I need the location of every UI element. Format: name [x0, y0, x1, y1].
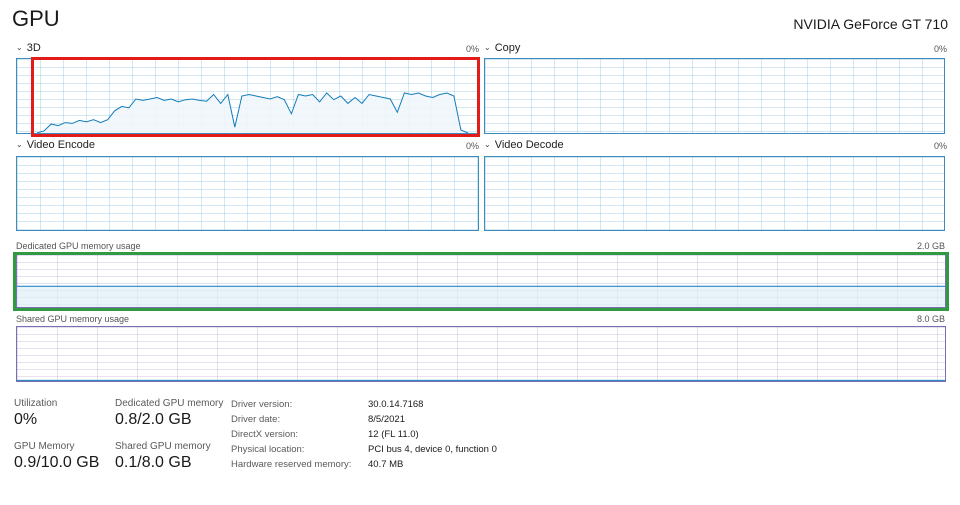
property-value: 8/5/2021 — [368, 414, 405, 425]
stat-gpu-memory-value: 0.9/10.0 GB — [14, 454, 100, 471]
engine-copy-graph — [484, 58, 945, 134]
stat-utilization-label: Utilization — [14, 398, 58, 409]
property-row: Physical location: PCI bus 4, device 0, f… — [231, 442, 497, 457]
engine-video-encode-header[interactable]: ⌄ Video Encode — [16, 139, 95, 151]
engine-video-decode-graph — [484, 156, 945, 231]
stat-gpu-memory: GPU Memory 0.9/10.0 GB — [14, 441, 99, 472]
engine-video-encode-graph — [16, 156, 479, 231]
property-row: DirectX version: 12 (FL 11.0) — [231, 427, 497, 442]
chevron-down-icon[interactable]: ⌄ — [16, 140, 23, 149]
stat-utilization-value: 0% — [14, 411, 38, 428]
engine-copy-label: Copy — [494, 42, 521, 54]
engine-video-encode-label: Video Encode — [26, 139, 96, 151]
engine-3d-graph — [16, 58, 479, 134]
engine-copy-percent: 0% — [934, 44, 948, 54]
stat-shared-memory-label: Shared GPU memory — [115, 441, 211, 452]
stat-dedicated-memory-value: 0.8/2.0 GB — [115, 411, 192, 428]
dedicated-memory-max: 2.0 GB — [916, 241, 945, 251]
gpu-device-name: NVIDIA GeForce GT 710 — [793, 16, 948, 32]
property-row: Driver date: 8/5/2021 — [231, 412, 497, 427]
shared-memory-label: Shared GPU memory usage — [16, 314, 130, 324]
engine-video-encode-percent: 0% — [466, 141, 480, 151]
engine-copy-header[interactable]: ⌄ Copy — [484, 42, 520, 54]
dedicated-memory-label: Dedicated GPU memory usage — [16, 241, 141, 251]
chevron-down-icon[interactable]: ⌄ — [16, 43, 23, 52]
property-value: 40.7 MB — [368, 459, 404, 470]
gpu-title: GPU — [12, 6, 60, 31]
property-key: Physical location: — [231, 444, 305, 455]
engine-3d-utilization-plot — [36, 92, 469, 133]
engine-3d-label: 3D — [26, 42, 41, 54]
stat-shared-memory-value: 0.1/8.0 GB — [115, 454, 192, 471]
stat-shared-memory: Shared GPU memory 0.1/8.0 GB — [115, 441, 211, 472]
memory-fill — [17, 286, 945, 307]
chevron-down-icon[interactable]: ⌄ — [484, 43, 491, 52]
stat-utilization: Utilization 0% — [14, 398, 57, 429]
engine-3d-header[interactable]: ⌄ 3D — [16, 42, 41, 54]
gpu-properties: Driver version: 30.0.14.7168 Driver date:… — [231, 397, 497, 472]
property-value: 30.0.14.7168 — [368, 399, 424, 410]
property-row: Hardware reserved memory: 40.7 MB — [231, 457, 497, 472]
shared-memory-plot — [17, 379, 945, 381]
stat-gpu-memory-label: GPU Memory — [14, 441, 75, 452]
shared-memory-max: 8.0 GB — [916, 314, 945, 324]
stat-dedicated-memory: Dedicated GPU memory 0.8/2.0 GB — [115, 398, 223, 429]
property-value: PCI bus 4, device 0, function 0 — [368, 444, 497, 455]
shared-memory-graph — [16, 326, 946, 382]
engine-video-decode-label: Video Decode — [494, 139, 564, 151]
property-row: Driver version: 30.0.14.7168 — [231, 397, 497, 412]
property-key: Hardware reserved memory: — [231, 459, 352, 470]
chevron-down-icon[interactable]: ⌄ — [484, 140, 491, 149]
stat-dedicated-memory-label: Dedicated GPU memory — [115, 398, 224, 409]
property-value: 12 (FL 11.0) — [368, 429, 419, 440]
property-key: Driver version: — [231, 399, 293, 410]
property-key: Driver date: — [231, 414, 281, 425]
property-key: DirectX version: — [231, 429, 299, 440]
dedicated-memory-plot — [17, 285, 945, 307]
engine-video-decode-header[interactable]: ⌄ Video Decode — [484, 139, 564, 151]
utilization-area — [37, 93, 468, 133]
dedicated-memory-graph — [16, 254, 946, 308]
engine-3d-percent: 0% — [466, 44, 480, 54]
engine-video-decode-percent: 0% — [934, 141, 948, 151]
